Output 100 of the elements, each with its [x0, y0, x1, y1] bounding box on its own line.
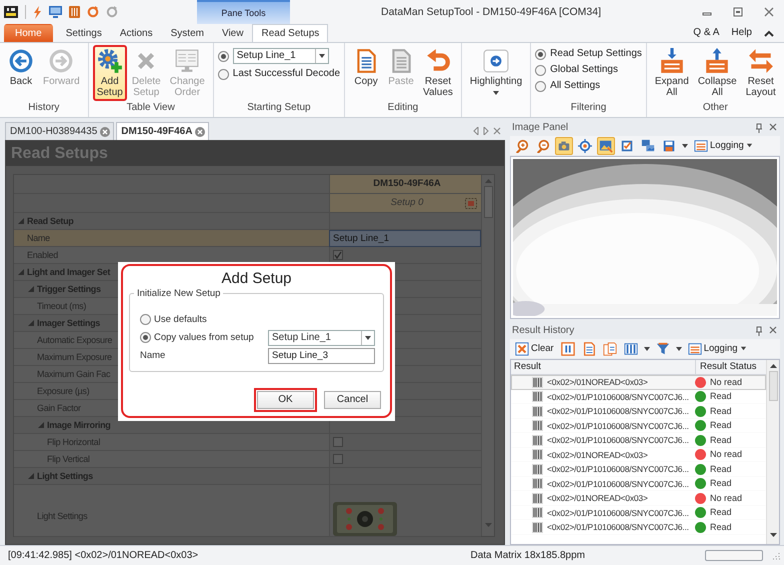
column-header[interactable]: Result: [511, 360, 696, 374]
result-row[interactable]: <0x02>/01/P10106008/SNYC007CJ6... Read: [511, 462, 766, 476]
result-row[interactable]: <0x02>/01/P10106008/SNYC007CJ6... Read: [511, 520, 766, 534]
ribbon-tab[interactable]: View: [212, 24, 252, 42]
result-row[interactable]: <0x02>/01/P10106008/SNYC007CJ6... Read: [511, 418, 766, 433]
camera-icon[interactable]: [555, 136, 573, 154]
collapse-all-button[interactable]: Collapse All: [694, 45, 741, 101]
expand-arrow-icon[interactable]: [18, 269, 24, 275]
close-icon[interactable]: [100, 126, 110, 136]
back-button[interactable]: Back: [4, 45, 38, 101]
barcode-icon: [532, 522, 543, 533]
setup-dropdown[interactable]: Setup Line_1: [268, 330, 375, 346]
image-icon[interactable]: [597, 136, 615, 154]
column-header[interactable]: Result Status: [696, 360, 766, 374]
result-row[interactable]: <0x02>/01NOREAD<0x03> No read: [511, 448, 766, 462]
pin-icon[interactable]: [755, 123, 763, 133]
radio-label[interactable]: Global Settings: [550, 64, 618, 76]
radio-button[interactable]: [218, 50, 229, 62]
help-link[interactable]: Help: [731, 27, 752, 39]
stack-up-arrow-icon: [704, 48, 730, 74]
result-row[interactable]: <0x02>/01/P10106008/SNYC007CJ6... Read: [511, 404, 766, 418]
refresh-icon[interactable]: [87, 6, 99, 18]
expand-arrow-icon[interactable]: [38, 422, 44, 428]
resize-grip-icon[interactable]: [771, 551, 780, 560]
pin-icon[interactable]: [755, 326, 763, 336]
copy-button[interactable]: Copy: [349, 45, 384, 101]
dropdown-caret-icon[interactable]: [642, 344, 651, 352]
close-icon[interactable]: [764, 7, 774, 17]
app-logo-icon[interactable]: [4, 6, 18, 18]
ribbon-tab[interactable]: Settings: [56, 24, 111, 42]
maximize-icon[interactable]: [732, 7, 743, 17]
scrollbar[interactable]: [481, 175, 494, 536]
document-tab[interactable]: DM150-49F46A: [116, 122, 210, 140]
add-setup-button[interactable]: Add Setup: [92, 45, 127, 101]
dropdown-caret-icon[interactable]: [674, 344, 683, 352]
expand-arrow-icon[interactable]: [28, 473, 34, 479]
logging-button[interactable]: Logging: [692, 138, 755, 152]
close-icon[interactable]: [195, 126, 206, 136]
logging-button[interactable]: Logging: [686, 342, 749, 356]
radio-label[interactable]: Copy values from setup: [154, 332, 254, 344]
name-field[interactable]: Setup Line_3: [268, 348, 375, 364]
expand-arrow-icon[interactable]: [28, 286, 34, 292]
highlighting-button[interactable]: Highlighting: [466, 45, 526, 101]
setup-icon[interactable]: [465, 198, 477, 208]
document-tab[interactable]: DM100-H03894435: [5, 122, 114, 140]
expand-all-button[interactable]: Expand All: [650, 45, 693, 101]
checkbox[interactable]: [333, 250, 343, 260]
radio-label[interactable]: Use defaults: [154, 314, 207, 326]
result-row[interactable]: <0x02>/01/P10106008/SNYC007CJ6... Read: [511, 390, 766, 404]
ok-button[interactable]: OK: [257, 391, 314, 409]
setup-dropdown[interactable]: Setup Line_1: [232, 48, 329, 64]
group-title: Initialize New Setup: [136, 289, 222, 298]
close-icon[interactable]: [769, 326, 777, 334]
scroll-up-icon[interactable]: [770, 363, 776, 368]
expand-arrow-icon[interactable]: [18, 218, 24, 224]
scroll-thumb[interactable]: [484, 186, 492, 218]
reset-values-button[interactable]: Reset Values: [419, 45, 457, 101]
ribbon-tab[interactable]: System: [162, 24, 213, 42]
scroll-right-icon[interactable]: [483, 127, 489, 135]
radio-button[interactable]: [535, 48, 546, 60]
crosshair-icon[interactable]: [576, 136, 594, 154]
checkbox[interactable]: [333, 454, 343, 464]
scroll-down-icon[interactable]: [770, 533, 776, 538]
result-row[interactable]: <0x02>/01/P10106008/SNYC007CJ6... Read: [511, 433, 766, 448]
radio-label[interactable]: Read Setup Settings: [550, 48, 642, 60]
refresh-icon[interactable]: [106, 6, 118, 18]
help-link[interactable]: Q & A: [693, 27, 720, 39]
monitor-icon[interactable]: [49, 6, 62, 18]
documents-icon[interactable]: [600, 340, 619, 358]
radio-label[interactable]: Last Successful Decode: [232, 68, 340, 80]
reset-layout-button[interactable]: Reset Layout: [742, 45, 780, 101]
clear-button[interactable]: Clear: [513, 342, 556, 356]
barcode-icon: [532, 406, 543, 417]
barcode-icon: [532, 434, 543, 446]
radio-button[interactable]: [140, 332, 151, 343]
ribbon-tab[interactable]: Actions: [110, 24, 162, 42]
device-icon[interactable]: [69, 6, 80, 18]
pause-icon[interactable]: [558, 340, 577, 358]
result-row[interactable]: <0x02>/01/P10106008/SNYC007CJ6... Read: [511, 506, 766, 520]
expand-arrow-icon[interactable]: [28, 320, 34, 326]
barcode-icon: [532, 376, 543, 388]
radio-label[interactable]: All Settings: [550, 80, 600, 92]
result-row[interactable]: <0x02>/01NOREAD<0x03> No read: [511, 491, 766, 506]
radio-button[interactable]: [535, 80, 546, 92]
close-icon[interactable]: [769, 123, 777, 131]
result-row[interactable]: <0x02>/01NOREAD<0x03> No read: [511, 375, 766, 390]
lightning-icon[interactable]: [33, 6, 42, 18]
close-icon[interactable]: [493, 127, 501, 135]
scroll-left-icon[interactable]: [473, 127, 479, 135]
radio-button[interactable]: [535, 64, 546, 76]
ribbon-tab[interactable]: Read Setups: [252, 24, 328, 42]
radio-button[interactable]: [140, 314, 151, 325]
result-row[interactable]: <0x02>/01/P10106008/SNYC007CJ6... Read: [511, 476, 766, 491]
barcode-icon: [532, 507, 543, 518]
status-text: Read: [710, 391, 732, 402]
collapse-ribbon-icon[interactable]: [764, 30, 774, 36]
radio-button[interactable]: [218, 68, 229, 80]
cancel-button[interactable]: Cancel: [324, 391, 381, 409]
checkbox[interactable]: [333, 437, 343, 447]
dropdown-caret-icon[interactable]: [681, 142, 689, 150]
